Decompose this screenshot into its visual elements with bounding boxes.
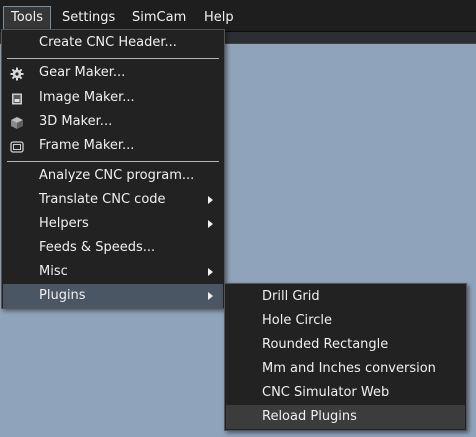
plugin-item-hole-circle[interactable]: Hole Circle <box>226 309 465 333</box>
menu-item-image-maker[interactable]: Image Maker... <box>3 86 223 110</box>
frame-icon <box>10 139 24 153</box>
menu-help[interactable]: Help <box>197 6 241 30</box>
menu-item-helpers[interactable]: Helpers <box>3 212 223 236</box>
menu-item-label: Hole Circle <box>262 313 332 328</box>
plugin-item-reload-plugins[interactable]: Reload Plugins <box>226 405 465 429</box>
menu-item-label: Misc <box>39 264 68 279</box>
menu-item-label: Image Maker... <box>39 90 135 105</box>
menu-item-label: Translate CNC code <box>39 192 166 207</box>
plugin-item-drill-grid[interactable]: Drill Grid <box>226 285 465 309</box>
menu-item-label: Drill Grid <box>262 289 320 304</box>
menu-separator <box>7 161 219 162</box>
menu-settings[interactable]: Settings <box>55 6 122 30</box>
menu-item-label: Feeds & Speeds... <box>39 240 156 255</box>
image-icon <box>10 91 24 105</box>
menu-item-label: Analyze CNC program... <box>39 168 195 183</box>
menu-tools[interactable]: Tools <box>3 6 52 30</box>
menu-item-3d-maker[interactable]: 3D Maker... <box>3 110 223 134</box>
menu-item-translate-cnc-code[interactable]: Translate CNC code <box>3 188 223 212</box>
menu-item-label: Mm and Inches conversion <box>262 361 436 376</box>
submenu-arrow-icon <box>208 220 213 228</box>
menu-item-create-cnc-header[interactable]: Create CNC Header... <box>3 31 223 55</box>
menu-item-gear-maker[interactable]: Gear Maker... <box>3 61 223 85</box>
menu-item-feeds-speeds[interactable]: Feeds & Speeds... <box>3 236 223 260</box>
menu-item-label: 3D Maker... <box>39 114 113 129</box>
menu-item-label: Plugins <box>39 288 86 303</box>
menu-item-label: Create CNC Header... <box>39 35 177 50</box>
menu-simcam[interactable]: SimCam <box>125 6 193 30</box>
gear-icon <box>10 66 24 81</box>
plugins-submenu: Drill Grid Hole Circle Rounded Rectangle… <box>224 283 467 431</box>
plugin-item-mm-inches-conversion[interactable]: Mm and Inches conversion <box>226 357 465 381</box>
menu-item-misc[interactable]: Misc <box>3 260 223 284</box>
menu-item-label: Rounded Rectangle <box>262 337 389 352</box>
submenu-arrow-icon <box>208 268 213 276</box>
menu-item-label: Gear Maker... <box>39 65 126 80</box>
tools-dropdown-menu: Create CNC Header... Gear Maker... Image… <box>1 29 225 309</box>
submenu-arrow-icon <box>208 292 213 300</box>
cube-icon <box>10 115 24 129</box>
menu-item-label: Helpers <box>39 216 89 231</box>
menu-item-label: CNC Simulator Web <box>262 385 390 400</box>
plugin-item-cnc-simulator-web[interactable]: CNC Simulator Web <box>226 381 465 405</box>
menu-item-frame-maker[interactable]: Frame Maker... <box>3 134 223 158</box>
menu-item-analyze-cnc-program[interactable]: Analyze CNC program... <box>3 164 223 188</box>
plugin-item-rounded-rectangle[interactable]: Rounded Rectangle <box>226 333 465 357</box>
menu-item-label: Reload Plugins <box>262 409 357 424</box>
menu-bar: Tools Settings SimCam Help <box>0 0 476 32</box>
menu-item-label: Frame Maker... <box>39 138 135 153</box>
menu-item-plugins[interactable]: Plugins <box>3 284 223 308</box>
menu-separator <box>7 58 219 59</box>
submenu-arrow-icon <box>208 196 213 204</box>
